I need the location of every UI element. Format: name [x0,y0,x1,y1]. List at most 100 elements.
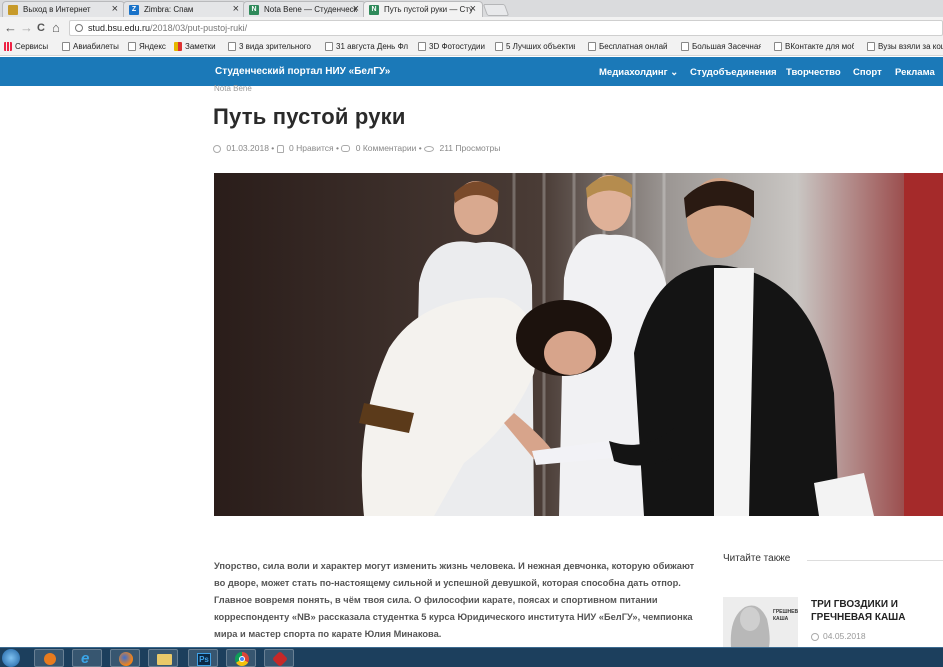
photoshop-icon[interactable]: Ps [188,649,218,667]
clock-icon [811,632,819,641]
nav-mediaholding[interactable]: Медиахолдинг ⌄ [599,67,678,78]
home-button[interactable]: ⌂ [52,20,60,36]
close-icon[interactable]: × [353,3,359,15]
firefox-icon[interactable] [110,649,140,667]
related-article-title[interactable]: Три гвоздики и гречневая каша [811,598,941,624]
article-meta: 01.03.2018 • 0 Нравится • 0 Комментарии … [213,143,500,153]
media-player-icon[interactable] [34,649,64,667]
site-header: Студенческий портал НИУ «БелГУ» Медиахол… [0,57,943,86]
bookmark-label: ВКонтакте для моб [785,42,854,51]
bookmark-label: Авиабилеты [73,42,119,51]
article-date: 01.03.2018 [226,143,269,153]
article-lead: Упорство, сила воли и характер могут изм… [214,561,695,639]
bookmark-label: 5 Лучших объектив [506,42,575,51]
tab-label: Выход в Интернет [23,5,91,14]
page-title: Путь пустой руки [213,104,406,129]
bookmark-label: 3 вида зрительного [239,42,311,51]
related-article-date: 04.05.2018 [811,631,866,641]
bookmark-item[interactable]: Вузы взяли за кош [867,42,943,51]
internet-explorer-icon[interactable]: e [72,649,102,667]
bookmark-label: 3D Фотостудии [429,42,485,51]
likes-count[interactable]: 0 Нравится [289,143,334,153]
tab-label: Zimbra: Спам [144,5,194,14]
bookmark-item[interactable]: ВКонтакте для моб [774,42,854,51]
start-orb-icon[interactable] [2,649,20,667]
eye-icon [424,145,435,152]
date-text: 04.05.2018 [823,631,866,641]
page-icon [495,42,503,51]
bookmark-services[interactable]: Сервисы [4,42,48,51]
url-path: /2018/03/put-pustoj-ruki/ [150,23,248,33]
tab-nota-bene[interactable]: N Nota Bene — Студенческ × [243,1,366,17]
back-button[interactable]: ← [4,20,17,36]
address-bar[interactable]: stud.bsu.edu.ru/2018/03/put-pustoj-ruki/ [69,20,943,36]
bookmark-item[interactable]: Яндекс [128,42,166,51]
bookmark-label: Заметки [185,42,216,51]
bookmark-item[interactable]: 3D Фотостудии [418,42,485,51]
bookmark-item[interactable]: Бесплатная онлайн [588,42,668,51]
site-logo[interactable]: Студенческий портал НИУ «БелГУ» [215,66,390,77]
new-tab-button[interactable] [482,4,510,16]
bookmark-label: Вузы взяли за кош [878,42,943,51]
bookmark-item[interactable]: Заметки [174,42,216,51]
photoshop-label: Ps [197,653,211,666]
bookmark-label: Бесплатная онлайн [599,42,668,51]
app-icon[interactable] [264,649,294,667]
thumbnail-caption: ГРЕШНЕВ КАША [773,609,798,622]
page-icon [128,42,136,51]
bookmark-item[interactable]: Большая Засечная [681,42,761,51]
bookmark-item[interactable]: Авиабилеты [62,42,119,51]
file-explorer-icon[interactable] [148,649,178,667]
page-icon [62,42,70,51]
nav-creativity[interactable]: Творчество [786,67,841,78]
bookmark-label: Сервисы [15,42,49,51]
globe-icon [8,5,18,15]
browser-toolbar: ← → C ⌂ stud.bsu.edu.ru/2018/03/put-pust… [0,17,943,39]
page-icon [325,42,333,51]
nb-icon: N [369,5,379,15]
clock-icon [213,144,221,153]
eye-icon [228,42,236,51]
close-icon[interactable]: × [470,3,476,15]
divider [807,560,943,561]
tab-internet[interactable]: Выход в Интернет × [2,1,125,17]
bookmarks-bar: Сервисы Авиабилеты Яндекс Заметки 3 вида… [0,39,943,56]
page-icon [418,42,426,51]
reload-button[interactable]: C [37,20,45,36]
nav-ads[interactable]: Реклама [895,67,935,78]
close-icon[interactable]: × [233,3,239,15]
tab-zimbra[interactable]: Z Zimbra: Спам × [123,1,246,17]
nav-sport[interactable]: Спорт [853,67,882,78]
bookmark-label: Большая Засечная [692,42,761,51]
related-thumbnail[interactable]: ГРЕШНЕВ КАША [723,597,798,647]
article-photo [214,173,943,516]
tab-label: Путь пустой руки — Сту [384,5,474,14]
close-icon[interactable]: × [112,3,118,15]
views-count: 211 Просмотры [439,143,501,153]
bookmark-item[interactable]: 5 Лучших объектив [495,42,575,51]
comment-icon [341,145,351,153]
separator: • [336,143,339,153]
bookmark-label: 31 августа День Фл [336,42,409,51]
like-icon[interactable] [276,144,284,153]
chrome-icon[interactable] [226,649,256,667]
nb-icon: N [249,5,259,15]
bookmark-item[interactable]: 3 вида зрительного [228,42,324,51]
sidebar-heading: Читайте также [723,553,791,564]
page-icon [588,42,596,51]
forward-button[interactable]: → [20,20,33,36]
category-link[interactable]: Nota Bene [214,84,252,93]
bookmark-item[interactable]: 31 августа День Фл [325,42,415,51]
page-icon [774,42,782,51]
nav-student-groups[interactable]: Студобъединения [690,67,777,78]
separator: • [418,143,422,153]
info-icon [75,24,83,32]
page-icon [681,42,689,51]
taskbar: e Ps [0,647,943,667]
photo-karate-award [214,173,943,516]
tab-strip: Выход в Интернет × Z Zimbra: Спам × N No… [0,0,943,17]
zimbra-icon: Z [129,5,139,15]
comments-count[interactable]: 0 Комментарии [356,143,417,153]
tab-active-article[interactable]: N Путь пустой руки — Сту × [363,1,483,17]
apps-icon [4,42,12,51]
